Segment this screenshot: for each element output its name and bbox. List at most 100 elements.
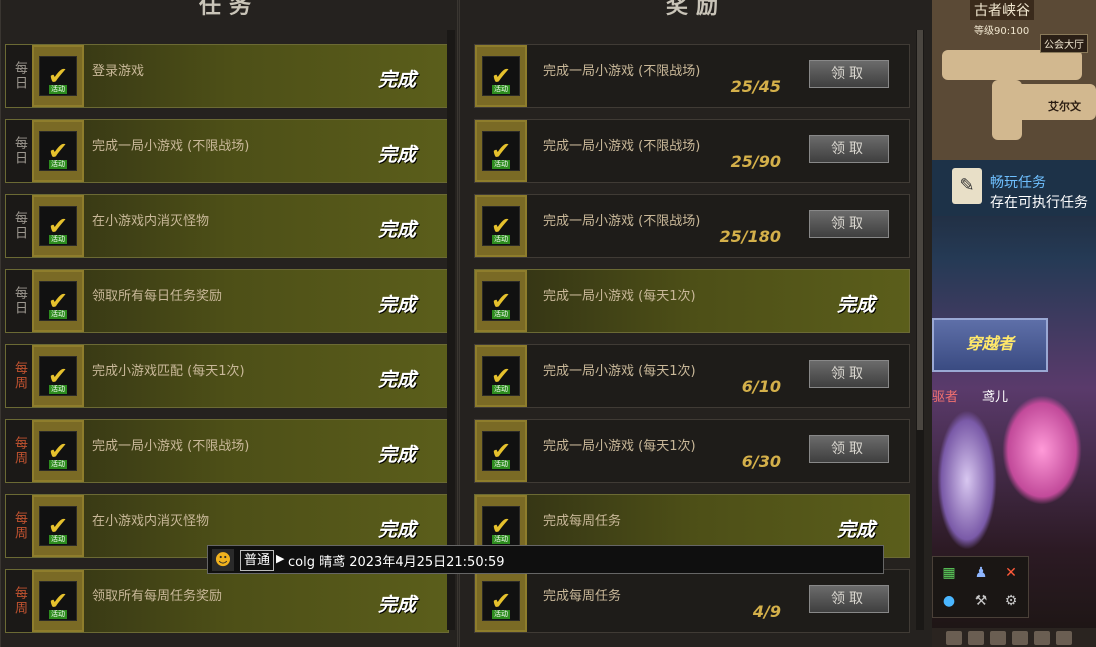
complete-label: 完成 [378,69,417,91]
task-icon: ✔ 活动 [39,581,77,621]
complete-label: 完成 [837,294,876,316]
task-icon-frame: ✔ 活动 [32,195,84,257]
frequency-label: 每周 [6,495,32,557]
guild-hall-marker[interactable]: 公会大厅 [1040,34,1088,53]
task-icon-frame: ✔ 活动 [475,420,527,482]
complete-label: 完成 [837,519,876,541]
task-row: 每日 ✔ 活动 领取所有每日任务奖励 完成 [5,269,449,333]
reward-title: 完成每周任务 [543,514,622,529]
reward-row: ✔ 活动 完成一局小游戏 (每天1次) 6/30 领取 [474,419,910,483]
reward-row: ✔ 活动 完成一局小游戏 (不限战场) 25/90 领取 [474,119,910,183]
task-icon-frame: ✔ 活动 [475,45,527,107]
task-icon: ✔ 活动 [482,356,520,396]
tool-icon[interactable]: ⚒ [969,589,993,613]
claim-button[interactable]: 领取 [809,585,889,613]
right-scrollbar[interactable] [916,30,924,630]
complete-label: 完成 [378,519,417,541]
complete-label: 完成 [378,294,417,316]
menu-slot[interactable] [990,631,1006,645]
task-icon: ✔ 活动 [39,281,77,321]
event-tag: 活动 [492,160,510,169]
progress-count: 25/45 [730,77,781,96]
event-tag: 活动 [492,235,510,244]
task-icon-frame: ✔ 活动 [475,120,527,182]
chat-message: colg 晴鸢 2023年4月25日21:50:59 [288,555,505,570]
claim-button[interactable]: 领取 [809,60,889,88]
menu-slot[interactable] [1012,631,1028,645]
reward-row: ✔ 活动 完成一局小游戏 (每天1次) 6/10 领取 [474,344,910,408]
task-icon-frame: ✔ 活动 [475,195,527,257]
complete-label: 完成 [378,369,417,391]
notice-subtitle: 存在可执行任务 [990,195,1088,211]
event-tag: 活动 [49,310,67,319]
claim-button[interactable]: 领取 [809,135,889,163]
progress-count: 4/9 [752,602,781,621]
task-icon: ✔ 活动 [482,431,520,471]
task-row: 每周 ✔ 活动 领取所有每周任务奖励 完成 [5,569,449,633]
claim-button[interactable]: 领取 [809,210,889,238]
right-scroll-thumb[interactable] [917,30,923,430]
task-icon-frame: ✔ 活动 [475,570,527,632]
reward-title: 完成一局小游戏 (每天1次) [543,439,696,454]
notice-title: 畅玩任务 [990,175,1046,191]
quest-notice[interactable]: ✎ 畅玩任务 存在可执行任务 [932,160,1096,216]
task-row: 每周 ✔ 活动 完成一局小游戏 (不限战场) 完成 [5,419,449,483]
title-banner: 穿越者 [932,318,1048,372]
task-icon: ✔ 活动 [39,506,77,546]
task-icon: ✔ 活动 [39,431,77,471]
character-sprite [1002,395,1082,505]
task-icon-frame: ✔ 活动 [32,45,84,107]
task-icon: ✔ 活动 [482,206,520,246]
complete-label: 完成 [378,594,417,616]
claim-button[interactable]: 领取 [809,360,889,388]
crossed-swords-icon[interactable]: ✕ [999,561,1023,585]
task-title: 领取所有每周任务奖励 [92,589,223,604]
event-tag: 活动 [492,385,510,394]
scroll-icon[interactable]: ⚙ [999,589,1023,613]
event-tag: 活动 [492,85,510,94]
minimap[interactable]: 古者峡谷 等级90:100 公会大厅 艾尔文 [932,0,1096,160]
reward-title: 完成每周任务 [543,589,622,604]
progress-count: 25/90 [730,152,781,171]
frequency-label: 每周 [6,345,32,407]
elven-marker: 艾尔文 [1048,100,1081,113]
task-title: 登录游戏 [92,64,145,79]
reward-title: 完成一局小游戏 (不限战场) [543,64,701,79]
left-scrollbar[interactable] [447,30,455,630]
task-row: 每周 ✔ 活动 完成小游戏匹配 (每天1次) 完成 [5,344,449,408]
task-title: 完成一局小游戏 (不限战场) [92,139,250,154]
event-tag: 活动 [49,160,67,169]
menu-slot[interactable] [946,631,962,645]
reward-row: ✔ 活动 完成一局小游戏 (不限战场) 25/180 领取 [474,194,910,258]
task-icon-frame: ✔ 活动 [32,420,84,482]
frequency-label: 每周 [6,570,32,632]
chat-message-bar: ☻ 普通 ▶ colg 晴鸢 2023年4月25日21:50:59 [207,545,884,574]
task-icon: ✔ 活动 [39,56,77,96]
arrow-right-icon: ▶ [276,552,285,565]
chat-channel[interactable]: 普通 [240,550,275,571]
menu-slot[interactable] [1056,631,1072,645]
task-icon: ✔ 活动 [482,506,520,546]
menu-slot[interactable] [1034,631,1050,645]
complete-label: 完成 [378,219,417,241]
task-panel-header: 任务 [198,0,259,19]
task-icon: ✔ 活动 [482,56,520,96]
claim-button[interactable]: 领取 [809,435,889,463]
event-tag: 活动 [49,610,67,619]
task-icon-frame: ✔ 活动 [32,345,84,407]
task-title: 在小游戏内消灭怪物 [92,214,210,229]
quick-bar: ▦ ♟ ✕ ● ⚒ ⚙ [932,556,1029,618]
wizard-icon[interactable]: ♟ [969,561,993,585]
tp-icon[interactable]: ● [937,589,961,613]
reward-title: 完成一局小游戏 (每天1次) [543,364,696,379]
calendar-icon[interactable]: ▦ [937,561,961,585]
menu-slot[interactable] [968,631,984,645]
task-icon-frame: ✔ 活动 [32,270,84,332]
frequency-label: 每周 [6,420,32,482]
event-tag: 活动 [49,535,67,544]
progress-count: 6/10 [741,377,781,396]
complete-label: 完成 [378,144,417,166]
complete-label: 完成 [378,444,417,466]
task-icon-frame: ✔ 活动 [475,270,527,332]
task-icon: ✔ 活动 [39,206,77,246]
